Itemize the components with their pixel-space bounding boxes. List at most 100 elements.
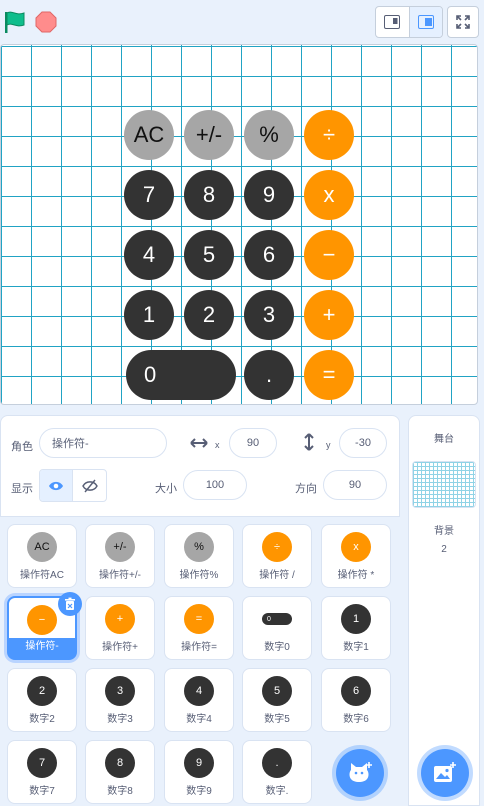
calc-key-8[interactable]: 8: [184, 170, 234, 220]
small-stage-button[interactable]: [376, 7, 409, 37]
calc-key-plus-minus[interactable]: +/-: [184, 110, 234, 160]
sprite-thumbnail: 8: [105, 748, 135, 778]
sprite-thumbnail: 3: [105, 676, 135, 706]
direction-input[interactable]: 90: [323, 470, 387, 500]
small-stage-icon: [384, 15, 401, 29]
sprite-thumbnail: 4: [184, 676, 214, 706]
sprite-name: 操作符 /: [259, 570, 295, 581]
sprite-thumbnail: 0: [262, 613, 292, 625]
sprite-tile[interactable]: . 数字.: [242, 740, 312, 804]
calc-key-0[interactable]: 0: [126, 350, 236, 400]
y-arrows-icon: [303, 433, 315, 456]
sprite-tile[interactable]: 0 数字0: [242, 596, 312, 660]
hide-button[interactable]: [73, 470, 106, 501]
sprite-tile[interactable]: 8 数字8: [85, 740, 155, 804]
delete-sprite-button[interactable]: [58, 592, 82, 616]
x-arrows-icon: [190, 436, 208, 454]
show-label: 显示: [11, 483, 33, 495]
sprite-thumbnail: 2: [27, 676, 57, 706]
sprite-tile[interactable]: 9 数字9: [164, 740, 234, 804]
add-sprite-button[interactable]: [336, 749, 384, 797]
calc-key-6[interactable]: 6: [244, 230, 294, 280]
calc-key-1[interactable]: 1: [124, 290, 174, 340]
sprite-thumbnail: +/-: [105, 532, 135, 562]
size-label: 大小: [155, 483, 177, 495]
stage-title: 舞台: [434, 434, 454, 445]
calc-key-minus[interactable]: −: [304, 230, 354, 280]
eye-icon: [49, 481, 63, 490]
calc-key-2[interactable]: 2: [184, 290, 234, 340]
sprite-tile[interactable]: % 操作符%: [164, 524, 234, 588]
calc-key-divide[interactable]: ÷: [304, 110, 354, 160]
sprite-name: 操作符+/-: [99, 570, 141, 581]
add-backdrop-icon: [434, 762, 456, 782]
size-input[interactable]: 100: [183, 470, 247, 500]
direction-label: 方向: [295, 483, 317, 495]
calc-key-4[interactable]: 4: [124, 230, 174, 280]
sprite-name: 数字6: [343, 714, 369, 725]
backdrops-count: 2: [441, 544, 447, 555]
calc-key-plus[interactable]: +: [304, 290, 354, 340]
sprite-name: 操作符=: [181, 642, 217, 653]
sprite-tile[interactable]: 1 数字1: [321, 596, 391, 660]
sprite-tile[interactable]: = 操作符=: [164, 596, 234, 660]
calc-key-3[interactable]: 3: [244, 290, 294, 340]
sprite-name: 操作符 *: [337, 570, 375, 581]
sprite-tile[interactable]: 6 数字6: [321, 668, 391, 732]
stop-icon[interactable]: [35, 11, 57, 33]
sprite-thumbnail: 6: [341, 676, 371, 706]
sprite-thumbnail: 5: [262, 676, 292, 706]
sprite-thumbnail: 1: [341, 604, 371, 634]
stage-size-toggle: [375, 6, 443, 38]
sprite-name: 数字0: [264, 642, 290, 653]
sprite-tile[interactable]: AC 操作符AC: [7, 524, 77, 588]
sprite-tile[interactable]: 2 数字2: [7, 668, 77, 732]
sprite-thumbnail: =: [184, 604, 214, 634]
sprite-tile[interactable]: ÷ 操作符 /: [242, 524, 312, 588]
sprite-name: 操作符+: [102, 642, 138, 653]
sprite-thumbnail: ÷: [262, 532, 292, 562]
fullscreen-button[interactable]: [447, 6, 479, 38]
sprite-tile[interactable]: x 操作符 *: [321, 524, 391, 588]
calc-key-equals[interactable]: =: [304, 350, 354, 400]
stage-thumbnail[interactable]: [412, 461, 476, 508]
sprite-name-field[interactable]: 操作符-: [39, 428, 167, 458]
add-backdrop-button[interactable]: [421, 749, 469, 797]
normal-stage-icon: [417, 15, 434, 29]
sprite-tile[interactable]: 4 数字4: [164, 668, 234, 732]
trash-icon: [65, 597, 75, 610]
stage-canvas[interactable]: AC +/-% ÷ 7 8 9 x 4 5 6− 1 2 3 +0. =: [0, 44, 478, 405]
calc-key-9[interactable]: 9: [244, 170, 294, 220]
visibility-toggle: [39, 469, 107, 502]
sprite-tile[interactable]: +/- 操作符+/-: [85, 524, 155, 588]
y-input[interactable]: -30: [339, 428, 387, 458]
sprite-tile[interactable]: + 操作符+: [85, 596, 155, 660]
add-sprite-icon: [349, 762, 372, 782]
sprite-tile[interactable]: 3 数字3: [85, 668, 155, 732]
sprite-name: 操作符%: [179, 570, 219, 581]
calc-key-7[interactable]: 7: [124, 170, 174, 220]
sprite-name: 操作符AC: [20, 570, 64, 581]
stage-toolbar: [0, 0, 484, 44]
calc-key-multiply[interactable]: x: [304, 170, 354, 220]
calc-key-decimal[interactable]: .: [244, 350, 294, 400]
calc-key-ac[interactable]: AC: [124, 110, 174, 160]
sprite-tile[interactable]: 7 数字7: [7, 740, 77, 804]
x-input[interactable]: 90: [229, 428, 277, 458]
show-button[interactable]: [40, 470, 74, 501]
fullscreen-icon: [456, 15, 470, 29]
backdrops-label: 背景: [434, 526, 454, 537]
sprite-name: 数字3: [107, 714, 133, 725]
sprite-thumbnail: −: [27, 605, 57, 635]
sprite-thumbnail: 9: [184, 748, 214, 778]
sprite-thumbnail: x: [341, 532, 371, 562]
calc-key-5[interactable]: 5: [184, 230, 234, 280]
green-flag-icon[interactable]: [4, 10, 26, 34]
normal-stage-button[interactable]: [408, 7, 442, 37]
calc-key-percent[interactable]: %: [244, 110, 294, 160]
sprite-thumbnail: AC: [27, 532, 57, 562]
sprite-tile[interactable]: 5 数字5: [242, 668, 312, 732]
sprite-name: 数字2: [29, 714, 55, 725]
sprite-thumbnail: %: [184, 532, 214, 562]
y-label: y: [326, 440, 331, 450]
